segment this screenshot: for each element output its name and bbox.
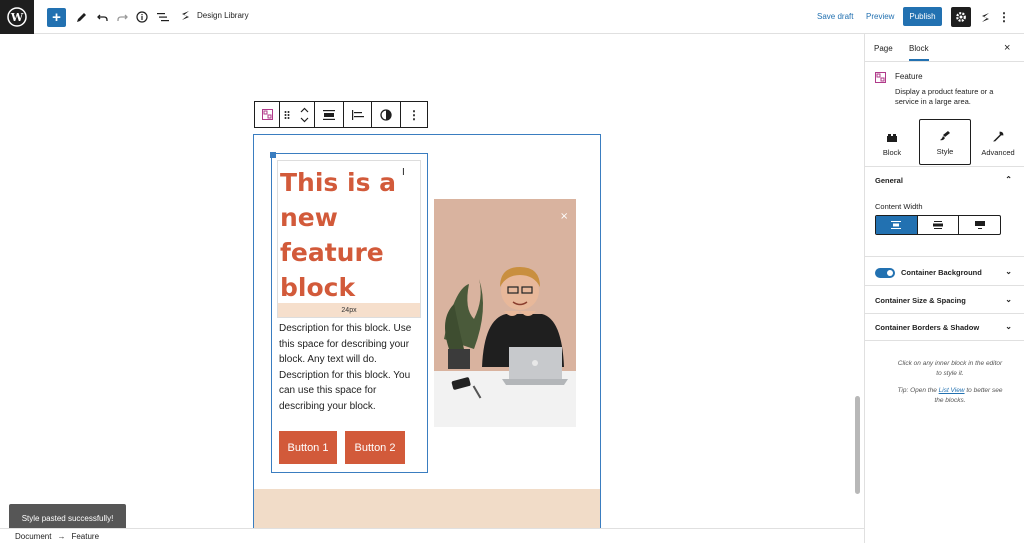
block-toolbar: ⋮ xyxy=(254,101,428,128)
undo-icon[interactable] xyxy=(94,7,110,27)
add-block-button[interactable]: + xyxy=(47,8,66,27)
heading-block[interactable]: This is a new feature block I 24px xyxy=(277,160,421,318)
svg-text:W: W xyxy=(10,11,24,24)
close-icon[interactable]: × xyxy=(1004,42,1010,54)
subtab-advanced[interactable]: Advanced xyxy=(972,119,1024,165)
feature-column[interactable]: This is a new feature block I 24px Descr… xyxy=(270,152,428,473)
heading-line: This is a xyxy=(280,168,397,197)
breadcrumb: Document → Feature xyxy=(0,528,864,543)
sidebar-tabs: Page Block × xyxy=(865,34,1024,62)
panel-container-size-title: Container Size & Spacing xyxy=(875,296,966,305)
canvas-scrollbar[interactable] xyxy=(855,396,860,494)
heading-line: block xyxy=(280,273,356,302)
subtab-block[interactable]: Block xyxy=(866,119,918,165)
feature-heading[interactable]: This is a new feature block xyxy=(280,165,420,305)
content-width-label: Content Width xyxy=(875,202,923,211)
panel-container-size[interactable]: Container Size & Spacing ⌄ xyxy=(865,286,1024,314)
heading-line: new xyxy=(280,203,338,232)
divider xyxy=(865,256,1024,257)
content-width-full-button[interactable] xyxy=(876,216,918,234)
spacing-indicator[interactable]: 24px xyxy=(278,303,420,317)
subtab-block-label: Block xyxy=(882,148,902,157)
content-width-narrow-button[interactable] xyxy=(959,216,1000,234)
feature-block[interactable]: This is a new feature block I 24px Descr… xyxy=(253,134,601,535)
top-toolbar: W + Design Library Save draft Preview Pu… xyxy=(0,0,1024,34)
settings-sidebar: Page Block × Feature Display a product f… xyxy=(864,34,1024,543)
gear-icon xyxy=(956,12,966,22)
tip-prefix: Tip: Open the xyxy=(897,387,937,394)
wrench-icon xyxy=(992,131,1003,142)
pencil-icon[interactable] xyxy=(73,7,89,27)
text-cursor-icon: I xyxy=(402,167,405,178)
panel-container-background-title: Container Background xyxy=(901,268,982,277)
tab-page[interactable]: Page xyxy=(874,44,893,53)
brush-icon xyxy=(939,131,950,141)
heading-line: feature xyxy=(280,238,384,267)
feature-image[interactable]: × xyxy=(434,199,576,427)
wordpress-logo[interactable]: W xyxy=(0,0,34,34)
chevron-up-icon: ⌃ xyxy=(1005,175,1012,184)
tab-block[interactable]: Block xyxy=(909,44,929,61)
info-icon[interactable] xyxy=(134,7,150,27)
help-text-style: Click on any inner block in the editor t… xyxy=(897,360,1003,377)
subtab-style-label: Style xyxy=(936,147,954,156)
more-menu-icon[interactable]: ⋮ xyxy=(998,7,1010,27)
chevron-down-icon: ⌄ xyxy=(1005,322,1012,331)
feature-block-icon[interactable] xyxy=(255,102,280,127)
content-width-wide-button[interactable] xyxy=(918,216,960,234)
settings-button[interactable] xyxy=(951,7,971,27)
button-2[interactable]: Button 2 xyxy=(345,431,405,464)
drag-handle-icon[interactable] xyxy=(280,102,294,127)
block-card-title: Feature xyxy=(895,72,923,81)
stackable-settings-icon[interactable] xyxy=(977,7,993,27)
column-corner-handle xyxy=(270,152,276,158)
list-view-icon[interactable] xyxy=(155,7,171,27)
text-align-icon[interactable] xyxy=(344,102,372,127)
redo-icon[interactable] xyxy=(114,7,130,27)
style-icon[interactable] xyxy=(372,102,401,127)
woman-with-laptop-image: × xyxy=(434,199,576,427)
block-card-description: Display a product feature or a service i… xyxy=(895,87,994,106)
inspector-subtabs: Block Style Advanced xyxy=(865,119,1024,167)
wordpress-icon: W xyxy=(7,7,27,27)
document-title[interactable]: Design Library xyxy=(180,10,249,21)
button-1[interactable]: Button 1 xyxy=(279,431,337,464)
breadcrumb-feature[interactable]: Feature xyxy=(71,532,99,541)
panel-container-background[interactable]: Container Background ⌄ xyxy=(865,260,1024,286)
breadcrumb-document[interactable]: Document xyxy=(15,532,51,541)
subtab-style[interactable]: Style xyxy=(919,119,971,165)
publish-button[interactable]: Publish xyxy=(903,7,942,26)
content-width-control xyxy=(875,215,1001,235)
preview-button[interactable]: Preview xyxy=(866,12,894,21)
align-full-icon[interactable] xyxy=(315,102,344,127)
feature-description[interactable]: Description for this block. Use this spa… xyxy=(279,321,417,415)
svg-text:×: × xyxy=(560,211,568,222)
breadcrumb-separator-icon: → xyxy=(57,531,66,541)
more-options-icon[interactable]: ⋮ xyxy=(401,102,427,127)
feature-block-icon xyxy=(875,72,886,83)
list-view-link[interactable]: List View xyxy=(939,387,965,394)
chevron-down-icon: ⌄ xyxy=(1005,267,1012,276)
chevron-down-icon: ⌄ xyxy=(1005,295,1012,304)
panel-container-borders-title: Container Borders & Shadow xyxy=(875,323,980,332)
document-title-text: Design Library xyxy=(197,11,249,20)
panel-general[interactable]: General ⌃ xyxy=(865,167,1024,192)
subtab-advanced-label: Advanced xyxy=(981,148,1015,157)
help-text-tip: Tip: Open the List View to better see th… xyxy=(895,386,1005,405)
save-draft-button[interactable]: Save draft xyxy=(817,12,853,21)
panel-container-borders[interactable]: Container Borders & Shadow ⌄ xyxy=(865,314,1024,341)
move-up-down-icon[interactable] xyxy=(294,102,315,127)
stackable-logo-icon xyxy=(182,11,189,20)
panel-general-title: General xyxy=(875,176,903,185)
block-icon xyxy=(887,134,897,142)
